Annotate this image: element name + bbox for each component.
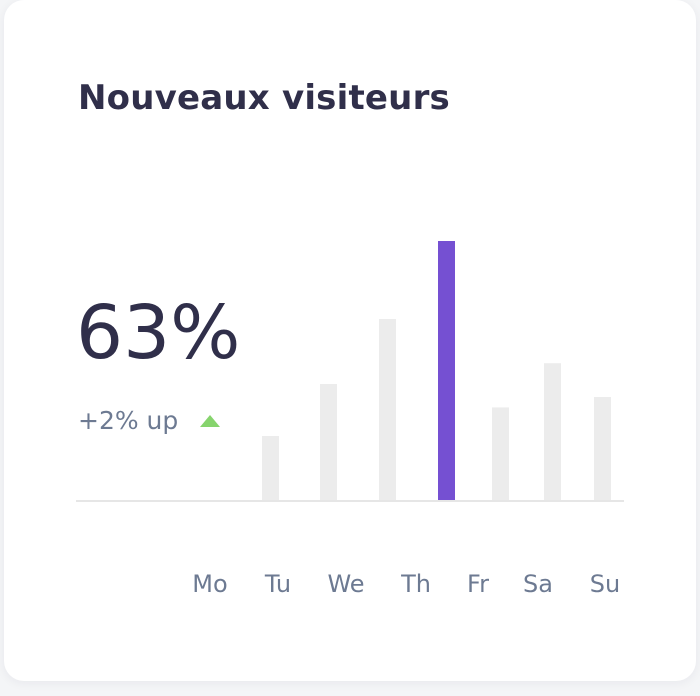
bar-5 [492,407,509,501]
x-tick-sa: Sa [523,570,553,598]
chart-bars [262,241,611,501]
bar-2 [320,384,337,501]
x-tick-we: We [327,570,364,598]
visitors-card: Nouveaux visiteurs Mo Tu We Th Fr Sa Su 63% +2… [4,0,696,681]
trend-indicator: +2% up [78,406,221,435]
trend-label: +2% up [78,406,179,435]
bar-1 [262,436,279,501]
bar-6 [544,363,561,501]
metric-value: 63% [76,290,241,376]
x-tick-tu: Tu [264,570,291,598]
x-tick-fr: Fr [467,570,489,598]
x-tick-su: Su [590,570,620,598]
x-axis-ticks: Mo Tu We Th Fr Sa Su [192,570,620,598]
bar-3 [379,319,396,501]
triangle-up-icon [200,414,221,427]
bar-4 [438,241,455,501]
x-tick-mo: Mo [192,570,227,598]
bar-7 [594,397,611,501]
x-tick-th: Th [400,570,431,598]
